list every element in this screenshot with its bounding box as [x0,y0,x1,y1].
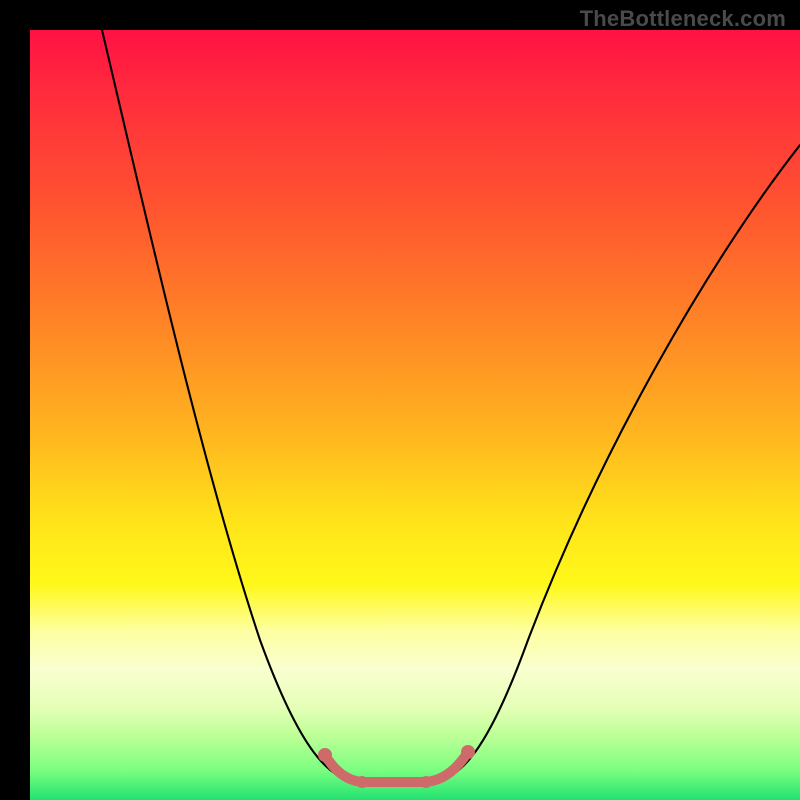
watermark-text: TheBottleneck.com [580,6,786,32]
optimal-range-highlight [325,752,468,782]
optimal-range-mid-dot-2 [420,776,432,788]
chart-frame: TheBottleneck.com [0,0,800,800]
optimal-range-start-dot [318,748,332,762]
bottleneck-curve-svg [30,30,800,800]
bottleneck-curve [102,30,800,782]
optimal-range-mid-dot-1 [356,776,368,788]
optimal-range-end-dot [461,745,475,759]
plot-area [30,30,800,800]
